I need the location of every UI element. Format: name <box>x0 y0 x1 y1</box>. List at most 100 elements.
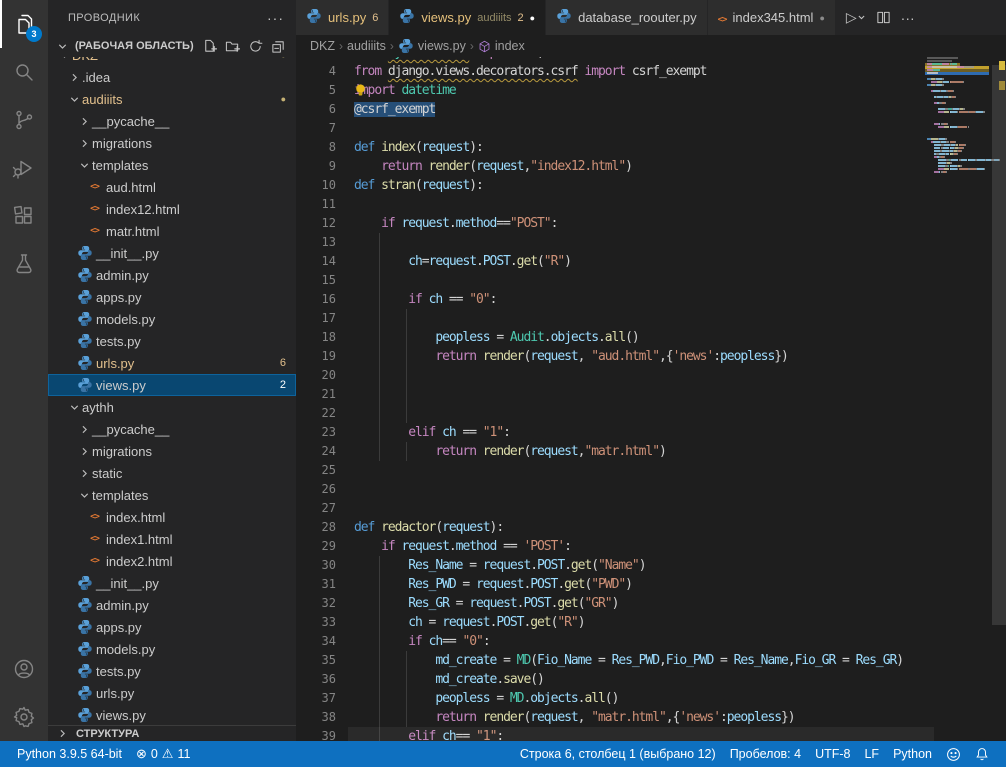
tree-item-index2.html[interactable]: <>index2.html <box>48 550 296 572</box>
unsaved-dot-icon[interactable]: ● <box>530 13 535 23</box>
code-line-35[interactable]: md_create = MD(Fio_Name = Res_PWD,Fio_PW… <box>354 651 903 670</box>
tree-item-__init__.py[interactable]: __init__.py <box>48 572 296 594</box>
sidebar-more-actions-icon[interactable]: ··· <box>267 10 284 26</box>
tree-item-__init__.py[interactable]: __init__.py <box>48 242 296 264</box>
tree-item-tests.py[interactable]: tests.py <box>48 330 296 352</box>
tree-item-audiiits[interactable]: audiiits● <box>48 88 296 110</box>
tree-item-templates[interactable]: templates <box>48 154 296 176</box>
scrollbar-slider[interactable] <box>992 65 1006 625</box>
tree-item-migrations[interactable]: migrations <box>48 132 296 154</box>
activity-search-icon[interactable] <box>0 48 48 96</box>
workspace-section-header[interactable]: (РАБОЧАЯ ОБЛАСТЬ) ... <box>48 35 296 57</box>
status-problems[interactable]: ⊗ 0 ⚠ 11 <box>129 746 198 762</box>
tree-item-urls.py[interactable]: urls.py <box>48 682 296 704</box>
breadcrumb-item-DKZ[interactable]: DKZ <box>310 39 335 53</box>
code-line-30[interactable]: Res_Name = request.POST.get("Name") <box>354 556 645 575</box>
tree-item-views.py[interactable]: views.py2 <box>48 374 296 396</box>
tab-database_roouter.py[interactable]: database_roouter.py <box>546 0 708 35</box>
tree-item-index1.html[interactable]: <>index1.html <box>48 528 296 550</box>
run-button[interactable]: ▷ <box>846 9 866 26</box>
activity-testing-icon[interactable] <box>0 240 48 288</box>
tab-views.py[interactable]: views.pyaudiiits2● <box>389 0 546 35</box>
code-line-31[interactable]: Res_PWD = request.POST.get("PWD") <box>354 575 632 594</box>
editor-scrollbar[interactable] <box>992 57 1006 741</box>
tree-item-.idea[interactable]: .idea <box>48 66 296 88</box>
tab-index345.html[interactable]: <>index345.html● <box>708 0 836 35</box>
tree-item-index12.html[interactable]: <>index12.html <box>48 198 296 220</box>
outline-section-header[interactable]: СТРУКТУРА <box>48 725 296 741</box>
tree-item-templates[interactable]: templates <box>48 484 296 506</box>
status-encoding[interactable]: UTF-8 <box>808 747 857 761</box>
tree-item-matr.html[interactable]: <>matr.html <box>48 220 296 242</box>
tab-urls.py[interactable]: urls.py6 <box>296 0 389 35</box>
collapse-all-icon[interactable] <box>268 36 288 56</box>
code-line-16[interactable]: if ch == "0": <box>354 290 496 309</box>
breadcrumb-item-views.py[interactable]: views.py <box>398 38 466 54</box>
tree-item-admin.py[interactable]: admin.py <box>48 264 296 286</box>
minimap[interactable] <box>925 57 989 741</box>
minimap-line <box>938 108 945 110</box>
html-file-icon: <> <box>86 512 103 522</box>
breadcrumb-item-index[interactable]: index <box>478 39 525 53</box>
code-line-12[interactable]: if request.method=="POST": <box>354 214 557 233</box>
tree-item-aud.html[interactable]: <>aud.html <box>48 176 296 198</box>
code-line-18[interactable]: peopless = Audit.objects.all() <box>354 328 639 347</box>
tree-item-urls.py[interactable]: urls.py6 <box>48 352 296 374</box>
tree-item-static[interactable]: static <box>48 462 296 484</box>
status-language[interactable]: Python <box>886 747 939 761</box>
editor-code-area[interactable]: from aythh.models import MD,Auditfrom dj… <box>354 57 924 741</box>
code-line-29[interactable]: if request.method == 'POST': <box>354 537 571 556</box>
tree-item-models.py[interactable]: models.py <box>48 638 296 660</box>
status-python-version[interactable]: Python 3.9.5 64-bit <box>10 747 129 761</box>
code-line-23[interactable]: elif ch == "1": <box>354 423 510 442</box>
activity-extensions-icon[interactable] <box>0 192 48 240</box>
status-eol[interactable]: LF <box>857 747 886 761</box>
code-editor[interactable]: 3456789101112131415161718192021222324252… <box>296 57 1006 741</box>
code-line-32[interactable]: Res_GR = request.POST.get("GR") <box>354 594 618 613</box>
tree-item-tests.py[interactable]: tests.py <box>48 660 296 682</box>
tree-item-aythh[interactable]: aythh <box>48 396 296 418</box>
code-line-37[interactable]: peopless = MD.objects.all() <box>354 689 618 708</box>
code-line-33[interactable]: ch = request.POST.get("R") <box>354 613 584 632</box>
activity-explorer-icon[interactable]: 3 <box>0 0 48 48</box>
code-line-34[interactable]: if ch== "0": <box>354 632 490 651</box>
code-line-10[interactable]: def stran(request): <box>354 176 483 195</box>
tree-item-models.py[interactable]: models.py <box>48 308 296 330</box>
bell-icon[interactable] <box>968 747 996 761</box>
activity-source-control-icon[interactable] <box>0 96 48 144</box>
activity-run-debug-icon[interactable] <box>0 144 48 192</box>
code-line-36[interactable]: md_create.save() <box>354 670 544 689</box>
code-line-24[interactable]: return render(request,"matr.html") <box>354 442 666 461</box>
refresh-icon[interactable] <box>245 36 265 56</box>
tree-item-migrations[interactable]: migrations <box>48 440 296 462</box>
status-cursor-position[interactable]: Строка 6, столбец 1 (выбрано 12) <box>513 747 723 761</box>
feedback-icon[interactable] <box>939 747 968 762</box>
code-line-5[interactable]: import datetime <box>354 81 456 100</box>
breadcrumb-item-audiiits[interactable]: audiiits <box>347 39 386 53</box>
tree-item-apps.py[interactable]: apps.py <box>48 616 296 638</box>
unsaved-dot-icon[interactable]: ● <box>819 13 824 23</box>
code-line-28[interactable]: def redactor(request): <box>354 518 503 537</box>
tree-item-index.html[interactable]: <>index.html <box>48 506 296 528</box>
minimap-line <box>927 72 938 74</box>
tree-item-admin.py[interactable]: admin.py <box>48 594 296 616</box>
tree-item-apps.py[interactable]: apps.py <box>48 286 296 308</box>
tree-item-__pycache__[interactable]: __pycache__ <box>48 418 296 440</box>
code-line-14[interactable]: ch=request.POST.get("R") <box>354 252 571 271</box>
code-line-4[interactable]: from django.views.decorators.csrf import… <box>354 62 706 81</box>
code-line-6[interactable]: @csrf_exempt <box>354 100 435 119</box>
code-line-19[interactable]: return render(request, "aud.html",{'news… <box>354 347 788 366</box>
code-line-38[interactable]: return render(request, "matr.html",{'new… <box>354 708 795 727</box>
split-editor-icon[interactable] <box>876 10 891 25</box>
code-line-9[interactable]: return render(request,"index12.html") <box>354 157 632 176</box>
new-folder-icon[interactable] <box>222 36 242 56</box>
code-line-8[interactable]: def index(request): <box>354 138 483 157</box>
tree-item-views.py[interactable]: views.py <box>48 704 296 726</box>
more-actions-icon[interactable]: ··· <box>901 10 915 26</box>
activity-settings-icon[interactable] <box>0 693 48 741</box>
lightbulb-icon[interactable] <box>354 83 367 102</box>
status-indentation[interactable]: Пробелов: 4 <box>723 747 808 761</box>
activity-account-icon[interactable] <box>0 645 48 693</box>
tree-item-__pycache__[interactable]: __pycache__ <box>48 110 296 132</box>
new-file-icon[interactable] <box>199 36 219 56</box>
